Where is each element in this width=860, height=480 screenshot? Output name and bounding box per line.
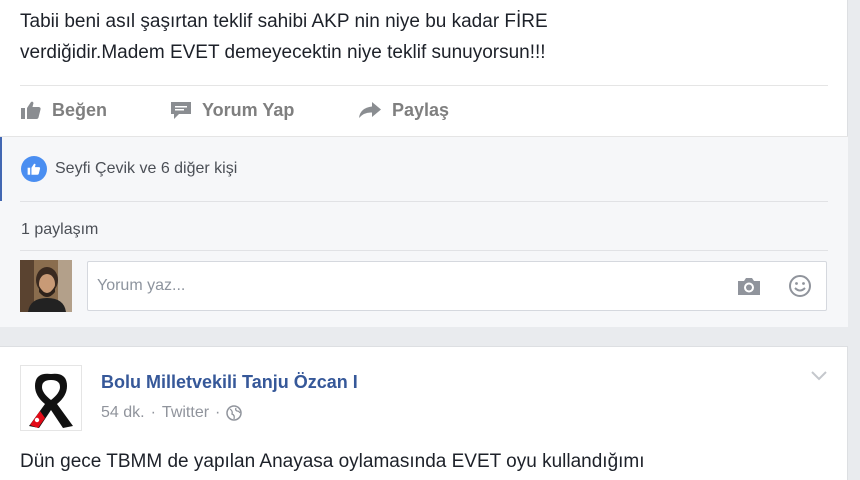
action-bar: Beğen Yorum Yap Paylaş: [20, 94, 449, 126]
post-text-line-1: Tabii beni asıl şaşırtan teklif sahibi A…: [20, 11, 548, 32]
divider: [20, 201, 828, 202]
divider: [20, 250, 828, 251]
likes-summary[interactable]: Seyfi Çevik ve 6 diğer kişi: [0, 137, 828, 201]
comment-composer: [87, 261, 827, 311]
meta-separator: ·: [150, 404, 156, 421]
post-card-1: Tabii beni asıl şaşırtan teklif sahibi A…: [0, 0, 848, 327]
post-meta: 54 dk. · Twitter ·: [101, 404, 243, 422]
avatar[interactable]: [20, 260, 72, 312]
reactions-panel: Seyfi Çevik ve 6 diğer kişi 1 paylaşım: [0, 136, 848, 327]
share-label: Paylaş: [392, 99, 450, 120]
post-author[interactable]: Bolu Milletvekili Tanju Özcan I: [101, 372, 358, 393]
divider: [20, 85, 828, 86]
post-source[interactable]: Twitter: [162, 404, 209, 422]
post-text: Dün gece TBMM de yapılan Anayasa oylamas…: [20, 451, 645, 472]
post-text-line-2: verdiğidir.Madem EVET demeyecektin niye …: [20, 42, 546, 63]
comment-input[interactable]: [97, 262, 697, 310]
camera-icon[interactable]: [736, 275, 762, 302]
comment-button[interactable]: Yorum Yap: [170, 100, 358, 121]
globe-icon[interactable]: [226, 405, 243, 421]
shares-count[interactable]: 1 paylaşım: [21, 221, 98, 239]
meta-separator: ·: [215, 404, 221, 421]
likes-text[interactable]: Seyfi Çevik ve 6 diğer kişi: [55, 160, 237, 178]
share-arrow-icon: [359, 102, 381, 118]
share-button[interactable]: Paylaş: [358, 100, 449, 121]
like-label: Beğen: [52, 99, 108, 120]
thumbs-up-icon: [21, 101, 41, 119]
comment-bubble-icon: [171, 102, 191, 119]
emoji-icon[interactable]: [788, 274, 812, 303]
chevron-down-icon[interactable]: [810, 369, 828, 387]
like-button[interactable]: Beğen: [20, 100, 170, 121]
post-text: Tabii beni asıl şaşırtan teklif sahibi A…: [20, 6, 820, 68]
like-reaction-icon: [21, 156, 47, 182]
post-time[interactable]: 54 dk.: [101, 404, 145, 422]
page-avatar[interactable]: [20, 365, 82, 431]
comment-label: Yorum Yap: [202, 99, 295, 120]
post-card-2: Bolu Milletvekili Tanju Özcan I 54 dk. ·…: [0, 346, 848, 480]
